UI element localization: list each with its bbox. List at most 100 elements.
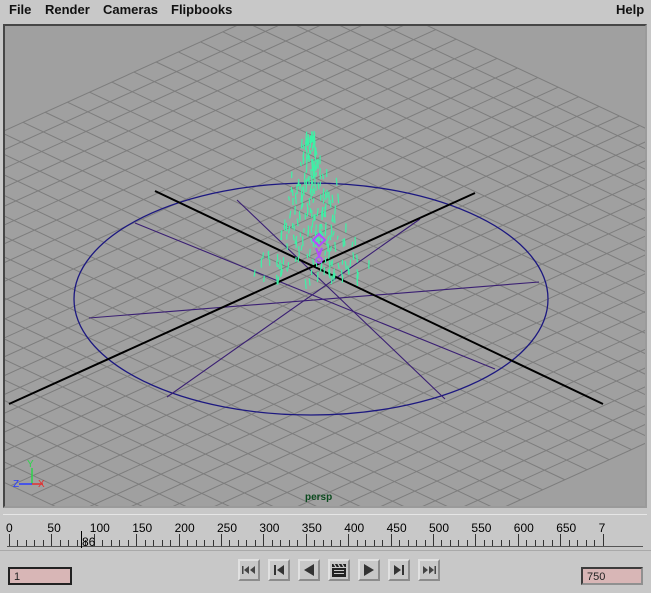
menu-flipbooks[interactable]: Flipbooks: [171, 2, 232, 18]
play-forwards-button[interactable]: [358, 559, 380, 581]
particle-streak: [292, 189, 293, 196]
particle-streak: [320, 168, 321, 174]
time-tick: [518, 534, 519, 546]
play-backwards-button[interactable]: [298, 559, 320, 581]
particle-streak: [313, 139, 314, 147]
particle-streak: [312, 220, 313, 227]
particle-streak: [343, 239, 344, 247]
particle-streak: [303, 189, 304, 196]
particle-streak: [316, 172, 317, 176]
particle-streak: [331, 231, 332, 237]
time-tick: [603, 534, 604, 546]
time-tick: [391, 534, 392, 546]
particle-streak: [312, 181, 313, 186]
time-tick-label: 50: [47, 521, 60, 535]
camera-name-label: persp: [305, 492, 332, 503]
particle-streak: [320, 228, 321, 234]
particle-streak: [308, 177, 309, 181]
go-to-start-icon: [241, 564, 257, 576]
menu-render[interactable]: Render: [45, 2, 90, 18]
particle-streak: [329, 250, 330, 259]
step-forward-key-button[interactable]: [388, 559, 410, 581]
particle-streak: [325, 192, 326, 200]
time-slider[interactable]: 0501001502002503003504004505005506006507…: [3, 514, 647, 549]
grid-line: [5, 303, 276, 506]
particle-streak: [317, 276, 318, 282]
menu-cameras[interactable]: Cameras: [103, 2, 158, 18]
particle-streak: [302, 187, 303, 193]
perspective-viewport[interactable]: Y Z X persp: [3, 24, 647, 508]
particle-streak: [333, 231, 334, 235]
time-tick: [9, 534, 10, 546]
time-tick: [136, 534, 137, 546]
axis-z-label: Z: [13, 479, 19, 490]
step-back-key-button[interactable]: [268, 559, 290, 581]
particle-streak: [318, 272, 319, 277]
grid-line: [5, 203, 498, 506]
particle-streak: [345, 261, 346, 270]
time-tick-label: 600: [514, 521, 534, 535]
grid-line: [90, 92, 645, 399]
go-to-start-button[interactable]: [238, 559, 260, 581]
particle-streak: [341, 270, 342, 277]
particle-streak: [309, 279, 310, 286]
particle-streak: [306, 136, 307, 145]
time-tick-label: 7: [599, 521, 606, 535]
particle-streak: [335, 242, 336, 252]
time-tick-label: 650: [556, 521, 576, 535]
particle-streak: [336, 178, 337, 186]
axis-y-label: Y: [27, 459, 34, 470]
particle-streak: [313, 198, 314, 203]
particle-streak: [332, 195, 333, 203]
time-tick-label: 150: [132, 521, 152, 535]
particle-streak: [306, 146, 307, 152]
grid-line: [201, 42, 645, 349]
particle-streak: [303, 236, 304, 246]
time-tick-label: 250: [217, 521, 237, 535]
particle-streak: [290, 211, 291, 219]
go-to-end-button[interactable]: [418, 559, 440, 581]
particle-streak: [338, 263, 339, 269]
menu-help[interactable]: Help: [616, 2, 644, 18]
time-tick-label: 550: [471, 521, 491, 535]
particle-streak: [338, 194, 339, 204]
particle-streak: [308, 153, 309, 159]
viewport-canvas[interactable]: Y Z X persp: [5, 26, 645, 506]
grid-line: [5, 68, 517, 390]
particle-streak: [304, 173, 305, 180]
particle-streak: [309, 198, 310, 205]
time-ruler-baseline: [7, 546, 643, 547]
go-to-end-icon: [421, 564, 437, 576]
time-tick-label: 350: [302, 521, 322, 535]
particle-streak: [335, 205, 336, 214]
grid-line: [5, 152, 609, 459]
particle-streak: [309, 146, 310, 154]
grid-line: [174, 241, 645, 506]
particle-streak: [292, 223, 293, 229]
grid-line: [5, 163, 587, 470]
time-tick-label: 400: [344, 521, 364, 535]
grid-line: [5, 293, 298, 506]
particle-streak: [287, 267, 288, 271]
particle-streak: [303, 144, 304, 149]
particle-streak: [308, 137, 309, 146]
time-tick: [348, 534, 349, 546]
grid-line: [5, 78, 538, 400]
particle-streak: [299, 246, 300, 256]
start-frame-field[interactable]: 1: [8, 567, 72, 585]
particle-streak: [352, 242, 353, 247]
time-tick-label: 0: [6, 521, 13, 535]
time-tick: [51, 534, 52, 546]
particle-streak: [323, 198, 324, 204]
menu-file[interactable]: File: [9, 2, 31, 18]
axis-x-label: X: [38, 479, 45, 490]
particle-streak: [306, 132, 307, 137]
particle-streak: [353, 252, 354, 260]
end-frame-field[interactable]: 750: [581, 567, 643, 585]
particle-streak: [302, 195, 303, 203]
playblast-button[interactable]: [328, 559, 350, 581]
particle-streak: [299, 179, 300, 186]
particle-streak: [263, 252, 264, 258]
particle-streak: [311, 185, 312, 192]
particle-streak: [300, 162, 301, 166]
